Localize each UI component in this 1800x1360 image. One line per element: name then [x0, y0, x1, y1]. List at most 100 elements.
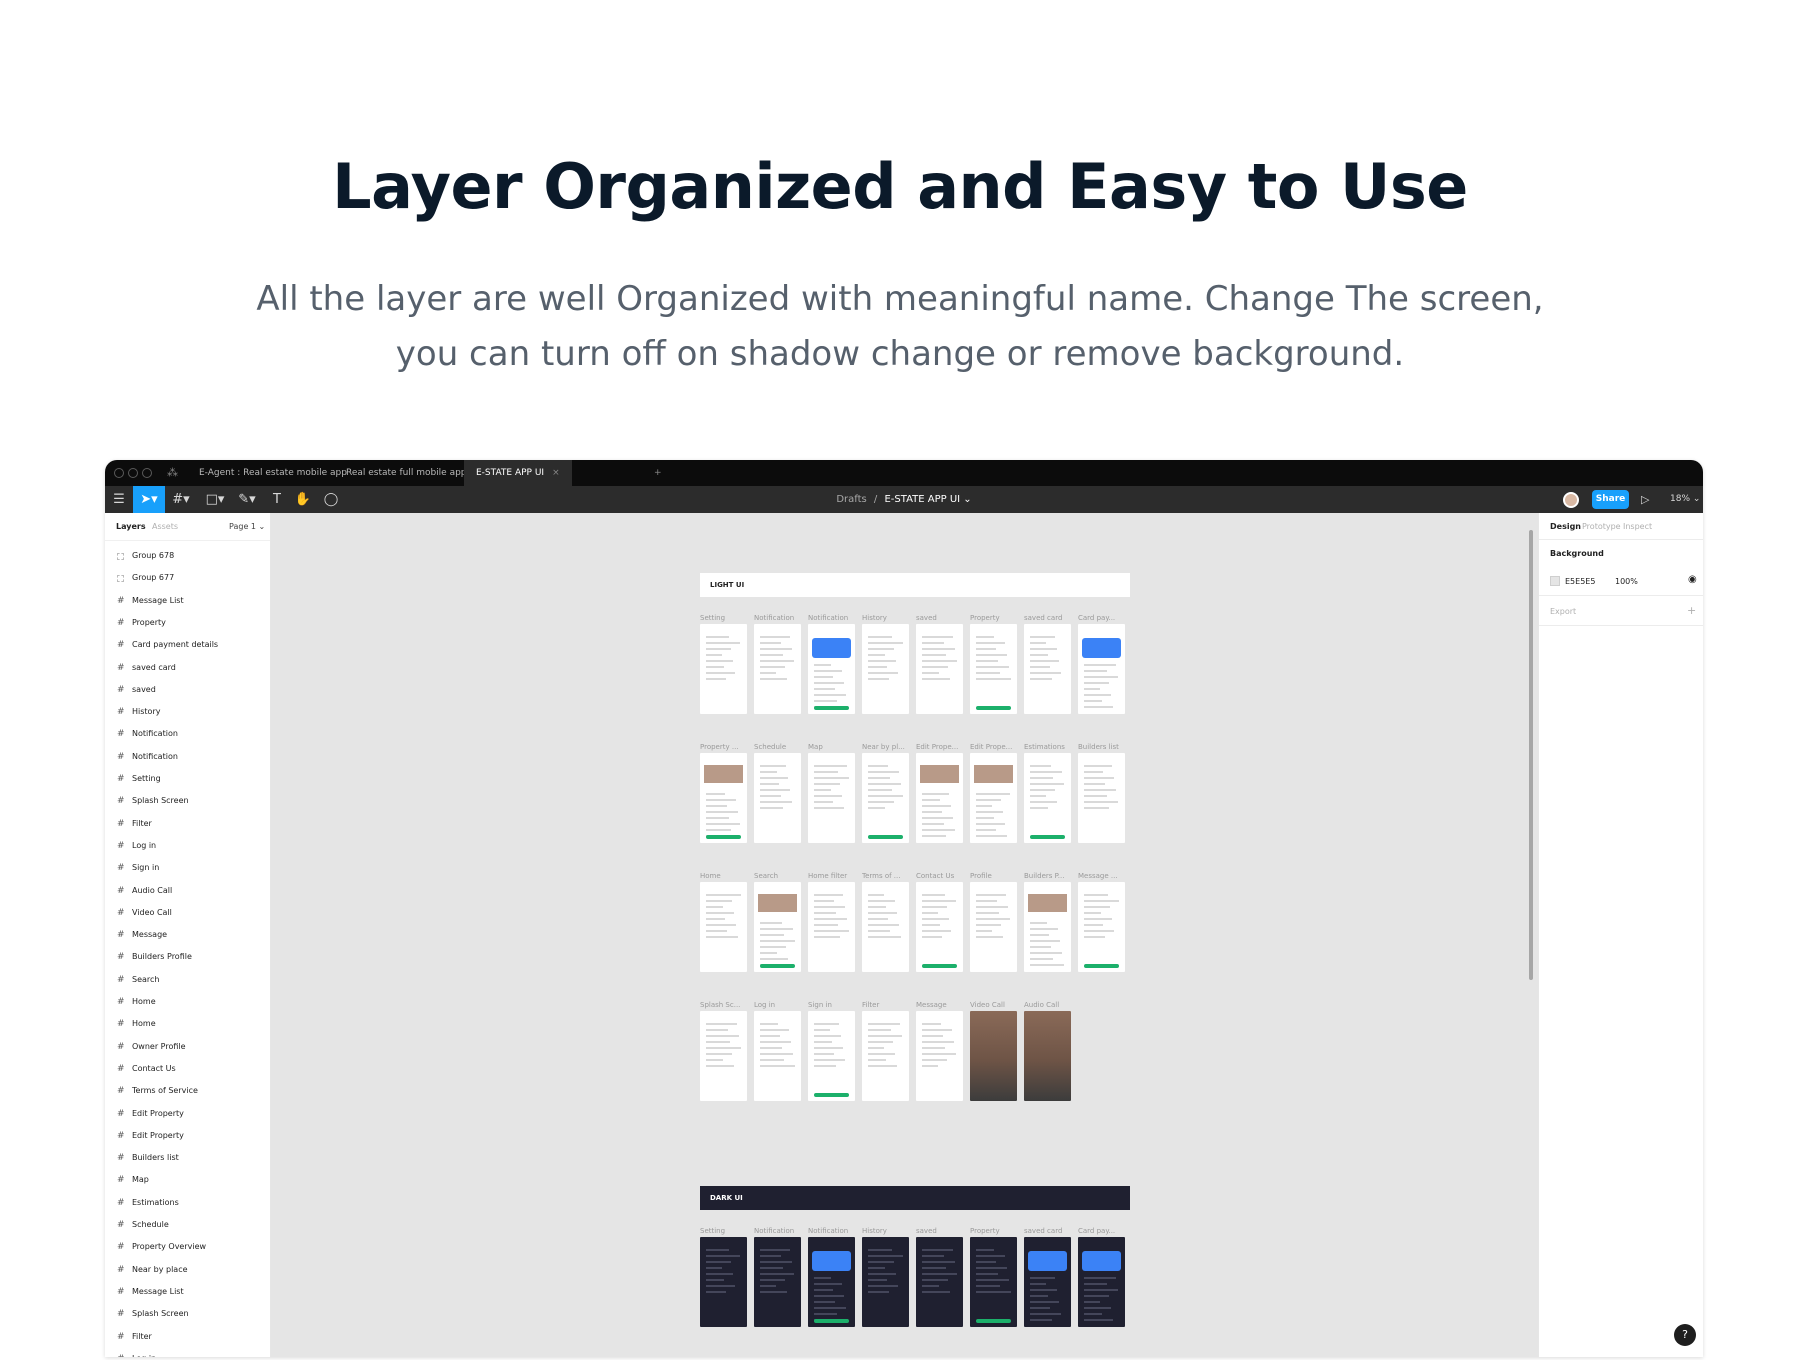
frame-title[interactable]: Notification: [808, 1227, 856, 1235]
share-button[interactable]: Share: [1592, 490, 1629, 509]
screen-frame[interactable]: [700, 1237, 747, 1327]
frame-title[interactable]: Notification: [754, 614, 802, 622]
close-tab-icon[interactable]: ×: [552, 468, 560, 478]
frame-title[interactable]: Builders P...: [1024, 872, 1072, 880]
frame-title[interactable]: Property: [970, 614, 1018, 622]
frame-title[interactable]: History: [862, 614, 910, 622]
frame-title[interactable]: Contact Us: [916, 872, 964, 880]
layer-item[interactable]: # Home: [105, 1013, 270, 1035]
tab-inspect[interactable]: Inspect: [1623, 522, 1652, 531]
add-export-button[interactable]: +: [1687, 604, 1696, 617]
layer-item[interactable]: # saved: [105, 679, 270, 701]
tab-real-estate-full[interactable]: Real estate full mobile app: [334, 460, 479, 486]
layer-item[interactable]: # Audio Call: [105, 880, 270, 902]
layer-item[interactable]: # Map: [105, 1169, 270, 1191]
layer-item[interactable]: # Sign in: [105, 857, 270, 879]
screen-frame[interactable]: [700, 1011, 747, 1101]
layer-item[interactable]: # Message List: [105, 1281, 270, 1303]
frame-title[interactable]: Log in: [754, 1001, 802, 1009]
frame-title[interactable]: Profile: [970, 872, 1018, 880]
help-button[interactable]: ?: [1674, 1324, 1696, 1346]
layer-item[interactable]: # Card payment details: [105, 634, 270, 656]
screen-frame[interactable]: [916, 624, 963, 714]
screen-frame[interactable]: [754, 624, 801, 714]
screen-frame[interactable]: [754, 753, 801, 843]
tab-e-state-app-ui[interactable]: E-STATE APP UI ×: [464, 460, 572, 486]
screen-frame[interactable]: [1078, 1237, 1125, 1327]
screen-frame[interactable]: [916, 1011, 963, 1101]
layer-item[interactable]: # History: [105, 701, 270, 723]
layer-item[interactable]: # Builders list: [105, 1147, 270, 1169]
layer-item[interactable]: Group 678: [105, 545, 270, 567]
tab-assets[interactable]: Assets: [152, 522, 178, 531]
screen-frame[interactable]: [1024, 1011, 1071, 1101]
screen-frame[interactable]: [862, 753, 909, 843]
layer-item[interactable]: # Search: [105, 969, 270, 991]
figma-logo-icon[interactable]: ⁂: [167, 466, 178, 479]
screen-frame[interactable]: [808, 624, 855, 714]
layer-item[interactable]: # Property Overview: [105, 1236, 270, 1258]
screen-frame[interactable]: [1024, 753, 1071, 843]
screen-frame[interactable]: [970, 753, 1017, 843]
frame-title[interactable]: Property ...: [700, 743, 748, 751]
layer-item[interactable]: # Property: [105, 612, 270, 634]
screen-frame[interactable]: [1078, 753, 1125, 843]
frame-title[interactable]: Filter: [862, 1001, 910, 1009]
screen-frame[interactable]: [1024, 882, 1071, 972]
layer-item[interactable]: # Estimations: [105, 1192, 270, 1214]
background-swatch[interactable]: [1550, 576, 1560, 586]
frame-title[interactable]: Near by pl...: [862, 743, 910, 751]
frame-title[interactable]: Search: [754, 872, 802, 880]
layer-item[interactable]: Group 677: [105, 567, 270, 589]
new-tab-button[interactable]: +: [642, 460, 674, 486]
layer-item[interactable]: # Splash Screen: [105, 1303, 270, 1325]
frame-title[interactable]: Edit Prope...: [970, 743, 1018, 751]
layer-item[interactable]: # Splash Screen: [105, 790, 270, 812]
frame-title[interactable]: Message: [916, 1001, 964, 1009]
frame-title[interactable]: Splash Sc...: [700, 1001, 748, 1009]
frame-title[interactable]: Property: [970, 1227, 1018, 1235]
layer-item[interactable]: # Schedule: [105, 1214, 270, 1236]
tab-design[interactable]: Design: [1550, 522, 1581, 531]
frame-title[interactable]: Schedule: [754, 743, 802, 751]
screen-frame[interactable]: [700, 753, 747, 843]
frame-title[interactable]: saved: [916, 614, 964, 622]
frame-title[interactable]: Setting: [700, 1227, 748, 1235]
frame-title[interactable]: Audio Call: [1024, 1001, 1072, 1009]
background-opacity-input[interactable]: 100%: [1615, 577, 1638, 586]
frame-title[interactable]: saved: [916, 1227, 964, 1235]
window-close-dot[interactable]: [114, 468, 124, 478]
frame-title[interactable]: Sign in: [808, 1001, 856, 1009]
screen-frame[interactable]: [1078, 624, 1125, 714]
frame-title[interactable]: saved card: [1024, 614, 1072, 622]
layer-item[interactable]: # saved card: [105, 657, 270, 679]
frame-title[interactable]: Estimations: [1024, 743, 1072, 751]
light-ui-section-label[interactable]: LIGHT UI: [700, 573, 1130, 597]
layer-item[interactable]: # Owner Profile: [105, 1036, 270, 1058]
frame-title[interactable]: Home: [700, 872, 748, 880]
zoom-dropdown[interactable]: 18% ⌄: [1670, 486, 1700, 513]
screen-frame[interactable]: [1078, 882, 1125, 972]
window-minimize-dot[interactable]: [128, 468, 138, 478]
tab-prototype[interactable]: Prototype: [1582, 522, 1621, 531]
layer-item[interactable]: # Log in: [105, 835, 270, 857]
file-name[interactable]: E-STATE APP UI: [884, 494, 960, 505]
frame-title[interactable]: Home filter: [808, 872, 856, 880]
layer-item[interactable]: # Home: [105, 991, 270, 1013]
screen-frame[interactable]: [808, 882, 855, 972]
layer-item[interactable]: # Near by place: [105, 1259, 270, 1281]
frame-title[interactable]: saved card: [1024, 1227, 1072, 1235]
avatar[interactable]: [1563, 492, 1579, 508]
screen-frame[interactable]: [808, 753, 855, 843]
eye-icon[interactable]: ◉: [1688, 574, 1697, 585]
frame-title[interactable]: Edit Prope...: [916, 743, 964, 751]
screen-frame[interactable]: [1024, 1237, 1071, 1327]
present-play-icon[interactable]: ▷: [1641, 486, 1649, 513]
layer-item[interactable]: # Edit Property: [105, 1125, 270, 1147]
chevron-down-icon[interactable]: ⌄: [963, 494, 971, 505]
screen-frame[interactable]: [916, 753, 963, 843]
canvas-scrollbar[interactable]: [1529, 530, 1533, 980]
frame-title[interactable]: Card pay...: [1078, 1227, 1126, 1235]
frame-title[interactable]: Card pay...: [1078, 614, 1126, 622]
layer-item[interactable]: # Message: [105, 924, 270, 946]
